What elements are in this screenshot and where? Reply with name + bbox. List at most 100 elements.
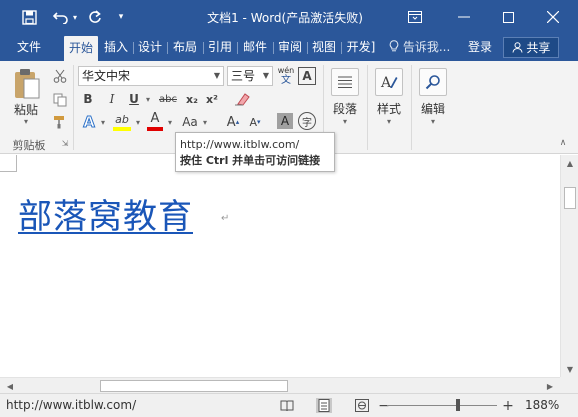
read-mode-icon[interactable] [279,398,295,413]
font-name-value: 华文中宋 [82,69,131,83]
tab-home[interactable]: 开始 [64,36,98,61]
styles-group-button[interactable]: 样式 [370,100,408,117]
tab-mailings[interactable]: 邮件 [238,34,272,61]
window-title: 文档1 - Word(产品激活失败) [207,11,363,25]
chevron-down-icon: ▼ [213,71,220,80]
grow-font-button[interactable]: A ▴ [224,112,242,132]
paragraph-group-button[interactable]: 段落 [326,100,364,117]
copy-icon[interactable] [51,91,69,108]
tell-me-box[interactable]: 告诉我... [389,34,450,61]
scroll-up-icon[interactable]: ▲ [561,155,578,171]
character-border-icon[interactable]: A [298,67,316,85]
editing-dropdown-icon[interactable]: ▾ [428,117,438,126]
editing-group-button[interactable]: 编辑 [414,100,452,117]
page-corner-mark [0,155,17,172]
tell-me-label: 告诉我... [402,40,451,54]
tooltip-url: http://www.itblw.com/ [180,138,300,151]
subscript-button[interactable]: x₂ [183,90,201,108]
web-layout-icon[interactable] [354,398,370,413]
character-shading-button[interactable]: A [277,113,293,129]
font-size-combobox[interactable]: 三号 ▼ [227,66,273,86]
shrink-font-button[interactable]: A ▾ [246,112,264,132]
change-case-dropdown-icon[interactable]: ▾ [200,112,210,132]
underline-dropdown-icon[interactable]: ▾ [143,90,153,108]
paste-dropdown-icon[interactable]: ▾ [21,117,31,126]
tab-layout[interactable]: 布局 [168,34,202,61]
tab-review[interactable]: 审阅 [274,34,306,61]
maximize-button[interactable] [491,0,525,34]
customize-qat-icon[interactable]: ▾ [114,7,128,27]
clear-formatting-icon[interactable] [232,90,252,108]
cut-icon[interactable] [51,67,69,84]
font-color-dropdown-icon[interactable]: ▾ [165,112,175,132]
zoom-slider-thumb[interactable] [456,399,460,411]
tab-file[interactable]: 文件 [8,34,50,61]
paste-icon[interactable] [10,67,44,101]
hyperlink-text[interactable]: 部落窝教育 [18,189,193,238]
tab-view[interactable]: 视图 [308,34,340,61]
strikethrough-button[interactable]: abc [156,90,180,108]
grow-font-label: A [226,114,236,130]
vertical-scroll-thumb[interactable] [564,187,576,209]
undo-icon[interactable] [50,7,72,27]
font-color-bar [147,127,163,131]
horizontal-scroll-thumb[interactable] [100,380,288,392]
shrink-font-label: A [249,115,257,129]
ribbon-tab-row: 文件 开始 插入 设计 布局 引用 邮件 审阅 视图 开发] 告诉我... 登录… [0,34,578,61]
paragraph-dropdown-icon[interactable]: ▾ [340,117,350,126]
highlight-button[interactable]: ab [112,111,132,127]
zoom-in-button[interactable]: + [500,398,516,414]
share-label: 共享 [526,41,551,55]
share-button[interactable]: 共享 [503,37,559,58]
italic-button[interactable]: I [104,90,120,108]
tab-developer[interactable]: 开发] [342,34,380,61]
highlight-dropdown-icon[interactable]: ▾ [133,112,143,132]
scroll-left-icon[interactable]: ◀ [2,378,18,394]
zoom-slider-track[interactable] [387,405,497,406]
phonetic-guide-icon[interactable]: wén 文 [276,65,296,87]
text-effects-button[interactable]: A [80,112,98,132]
format-painter-icon[interactable] [51,113,69,130]
bold-button[interactable]: B [80,90,96,108]
document-page[interactable]: 部落窝教育 ↵ [0,155,560,377]
scrollbar-corner [560,377,578,393]
enclose-characters-button[interactable]: 字 [298,112,316,130]
tab-design[interactable]: 设计 [134,34,166,61]
paragraph-mark: ↵ [221,213,230,224]
paragraph-icon[interactable] [331,68,359,96]
hyperlink-tooltip: http://www.itblw.com/ 按住 Ctrl 并单击可访问链接 [175,132,335,172]
close-button[interactable] [536,0,570,34]
font-name-combobox[interactable]: 华文中宋 ▼ [78,66,224,86]
tooltip-hint: 按住 Ctrl 并单击可访问链接 [180,154,321,167]
horizontal-scrollbar[interactable]: ◀ ▶ [0,377,560,393]
print-layout-icon[interactable] [316,398,332,413]
paste-button-label[interactable]: 粘贴 [8,101,44,118]
zoom-level[interactable]: 188% [525,398,559,412]
collapse-ribbon-icon[interactable]: ∧ [556,137,570,149]
undo-dropdown-icon[interactable]: ▾ [70,7,80,27]
superscript-button[interactable]: x² [203,90,221,108]
ribbon-display-options-icon[interactable] [398,0,432,34]
font-color-button[interactable]: A [147,110,163,126]
login-link[interactable]: 登录 [468,34,492,61]
chevron-down-icon: ▼ [262,71,269,80]
redo-icon[interactable] [84,7,106,27]
group-separator [411,65,412,150]
change-case-button[interactable]: Aa [180,112,200,132]
font-size-value: 三号 [231,69,256,83]
tab-insert[interactable]: 插入 [100,34,132,61]
styles-icon[interactable]: A [375,68,403,96]
clipboard-launcher-icon[interactable]: ⇲ [60,139,70,148]
vertical-scrollbar[interactable]: ▲ ▼ [560,155,578,377]
underline-button[interactable]: U [126,90,142,108]
person-icon [512,41,527,55]
title-bar: ▾ ▾ 文档1 - Word(产品激活失败) [0,0,578,34]
save-icon[interactable] [18,7,40,27]
scroll-right-icon[interactable]: ▶ [542,378,558,394]
text-effects-dropdown-icon[interactable]: ▾ [98,112,108,132]
minimize-button[interactable] [447,0,481,34]
editing-icon[interactable] [419,68,447,96]
tab-references[interactable]: 引用 [204,34,236,61]
styles-dropdown-icon[interactable]: ▾ [384,117,394,126]
scroll-down-icon[interactable]: ▼ [561,361,578,377]
